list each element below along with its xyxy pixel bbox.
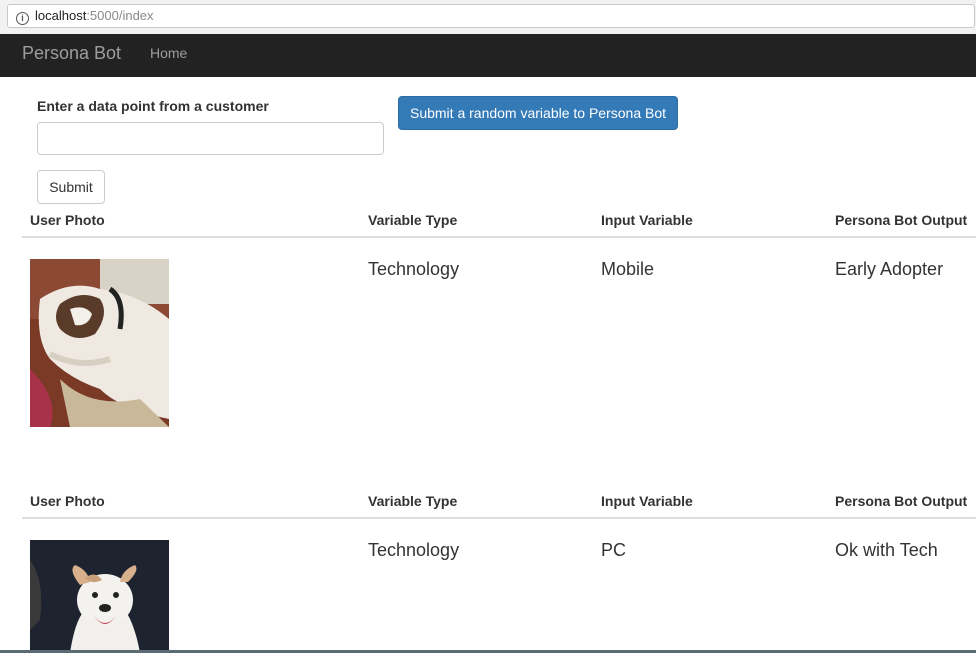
header-input-variable: Input Variable — [601, 493, 693, 509]
dog-sleeping-image — [30, 259, 169, 427]
header-persona-output: Persona Bot Output — [835, 212, 968, 228]
cell-input-variable: Mobile — [601, 259, 655, 279]
navbar: Persona Bot Home — [0, 34, 976, 77]
user-photo — [30, 540, 169, 653]
cell-input-variable: PC — [601, 540, 627, 560]
submit-button[interactable]: Submit — [37, 170, 105, 204]
customer-data-label: Enter a data point from a customer — [37, 98, 269, 114]
address-field[interactable]: i localhost:5000/index — [7, 4, 975, 28]
results-table: User Photo Variable Type Input Variable … — [22, 206, 976, 446]
browser-url-bar: i localhost:5000/index — [0, 0, 976, 35]
header-variable-type: Variable Type — [368, 212, 458, 228]
header-user-photo: User Photo — [30, 493, 105, 509]
cell-persona-output: Early Adopter — [835, 259, 944, 279]
header-input-variable: Input Variable — [601, 212, 693, 228]
navbar-brand[interactable]: Persona Bot — [22, 43, 121, 64]
results-table: User Photo Variable Type Input Variable … — [22, 487, 976, 653]
url-host: localhost — [35, 8, 87, 23]
submit-random-variable-button[interactable]: Submit a random variable to Persona Bot — [398, 96, 678, 130]
header-user-photo: User Photo — [30, 212, 105, 228]
cell-persona-output: Ok with Tech — [835, 540, 938, 560]
header-persona-output: Persona Bot Output — [835, 493, 968, 509]
table-header-row: User Photo Variable Type Input Variable … — [22, 487, 976, 519]
header-variable-type: Variable Type — [368, 493, 458, 509]
dog-smiling-image — [30, 540, 169, 653]
info-icon[interactable]: i — [16, 12, 29, 25]
cell-variable-type: Technology — [368, 540, 460, 560]
user-photo — [30, 259, 169, 427]
url-path: :5000/index — [86, 8, 154, 23]
nav-link-home[interactable]: Home — [150, 45, 187, 61]
cell-variable-type: Technology — [368, 259, 460, 279]
table-header-row: User Photo Variable Type Input Variable … — [22, 206, 976, 238]
customer-data-input[interactable] — [37, 122, 384, 155]
